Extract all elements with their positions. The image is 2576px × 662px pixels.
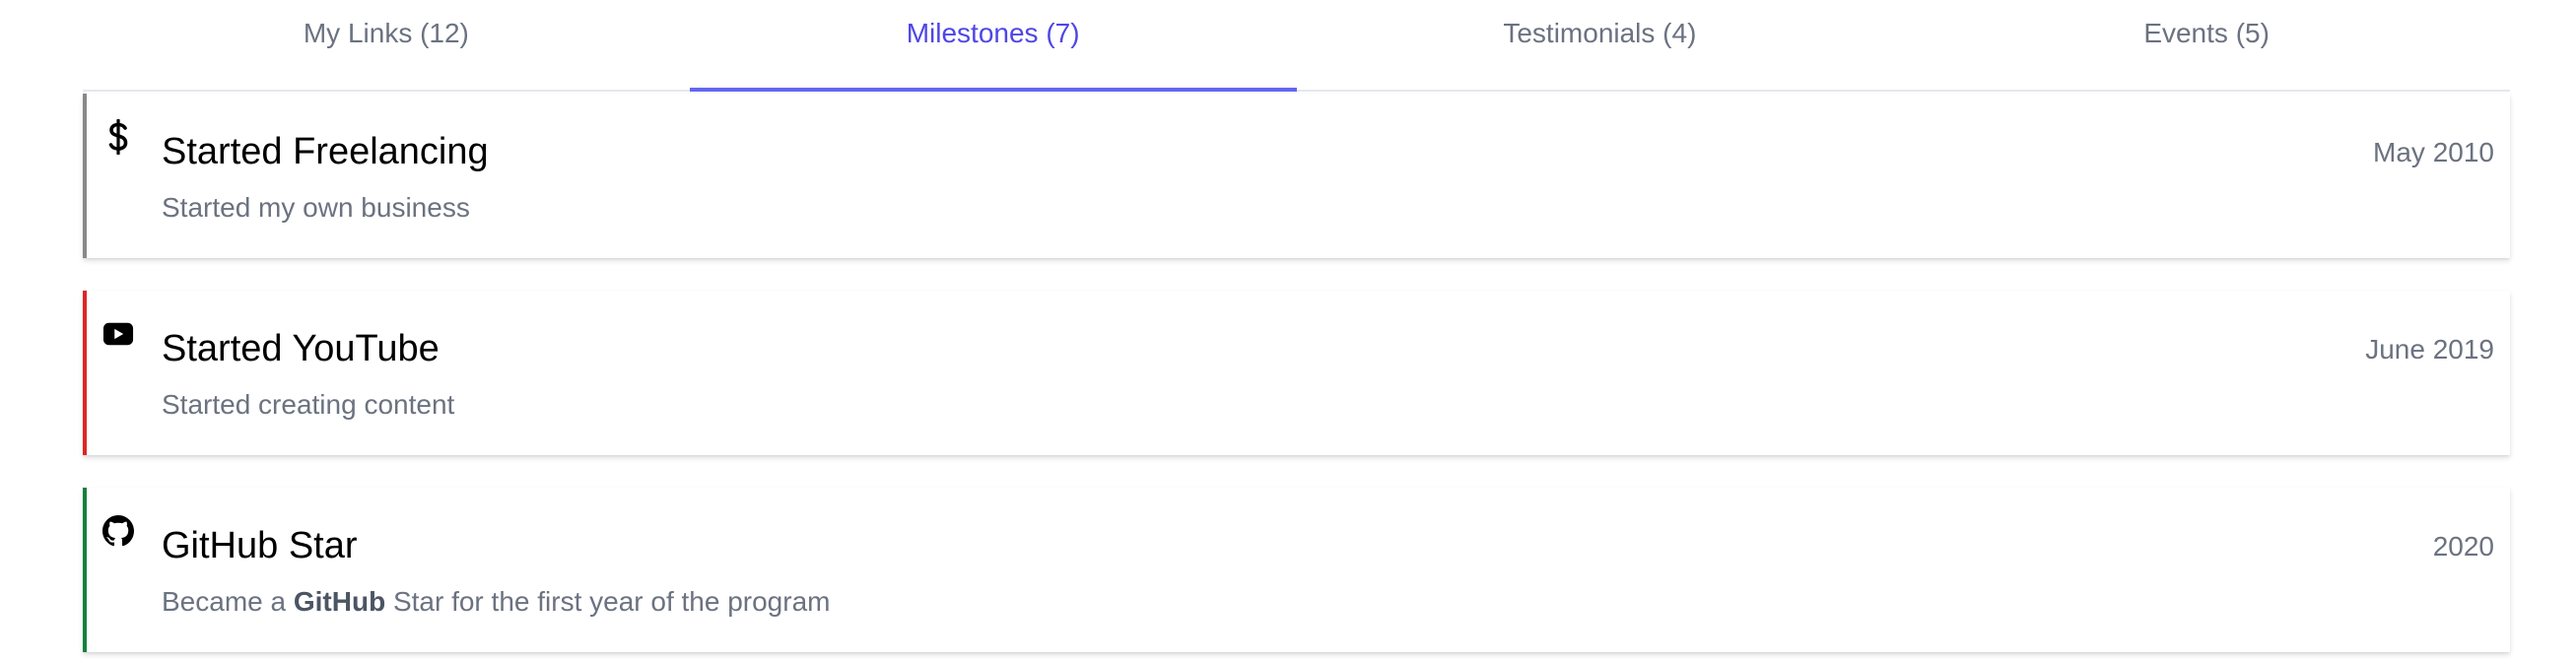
tab-bar: My Links (12) Milestones (7) Testimonial…	[83, 0, 2510, 92]
milestone-date: 2020	[2432, 531, 2494, 562]
milestone-description: Started my own business	[162, 192, 470, 223]
milestone-card: Started Freelancing Started my own busin…	[83, 94, 2510, 258]
milestone-description: Started creating content	[162, 389, 455, 420]
tab-label: Milestones (7)	[906, 18, 1080, 48]
profile-tabs-panel: My Links (12) Milestones (7) Testimonial…	[83, 0, 2510, 652]
tab-my-links[interactable]: My Links (12)	[83, 0, 690, 90]
milestone-description: Became a GitHub Star for the first year …	[162, 586, 830, 618]
description-suffix: Star for the first year of the program	[385, 586, 831, 617]
tab-events[interactable]: Events (5)	[1903, 0, 2510, 90]
tab-label: Testimonials (4)	[1503, 18, 1697, 48]
description-prefix: Became a	[162, 586, 294, 617]
milestone-date: June 2019	[2365, 334, 2494, 364]
description-bold: GitHub	[293, 586, 386, 617]
github-icon	[102, 515, 134, 547]
milestone-date: May 2010	[2373, 137, 2494, 167]
milestone-card: GitHub Star Became a GitHub Star for the…	[83, 488, 2510, 652]
milestone-title: Started YouTube	[162, 328, 440, 369]
tab-milestones[interactable]: Milestones (7)	[689, 0, 1297, 92]
milestone-title: GitHub Star	[162, 525, 358, 566]
tab-label: My Links (12)	[303, 18, 469, 48]
tab-testimonials[interactable]: Testimonials (4)	[1297, 0, 1904, 90]
dollar-icon	[102, 119, 134, 155]
milestone-title: Started Freelancing	[162, 131, 489, 172]
milestone-card: Started YouTube Started creating content…	[83, 291, 2510, 455]
tab-label: Events (5)	[2143, 18, 2270, 48]
youtube-icon	[102, 318, 134, 350]
